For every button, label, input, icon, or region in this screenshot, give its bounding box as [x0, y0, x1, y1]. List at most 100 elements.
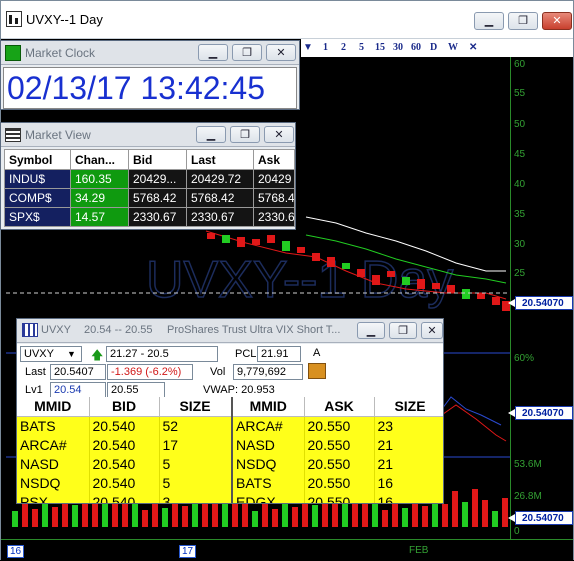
interval-week[interactable]: W: [448, 42, 458, 53]
column-header[interactable]: Chan...: [70, 149, 129, 170]
column-header[interactable]: Bid: [128, 149, 187, 170]
column-header[interactable]: ASK: [304, 397, 375, 417]
interval-day[interactable]: D: [430, 42, 437, 53]
y-tick: 26.8M: [514, 491, 542, 502]
interval-2[interactable]: 2: [341, 42, 346, 53]
volume-bar: [32, 509, 38, 527]
minimize-button[interactable]: ▁: [196, 126, 226, 143]
table-row[interactable]: NSDQ 20.550 21: [232, 454, 443, 473]
column-header[interactable]: Symbol: [4, 149, 71, 170]
vwap-label: VWAP: 20.953: [203, 384, 275, 396]
close-button[interactable]: ✕: [542, 12, 572, 30]
column-header[interactable]: SIZE: [159, 397, 232, 417]
close-button[interactable]: ✕: [266, 44, 296, 61]
interval-5[interactable]: 5: [359, 42, 364, 53]
column-header[interactable]: SIZE: [374, 397, 443, 417]
ask-cell: 20.550: [304, 435, 375, 454]
market-view-table: Symbol Chan... Bid Last Ask INDU$ 160.35…: [4, 149, 295, 227]
market-view-titlebar[interactable]: Market View ▁ ❐ ✕: [1, 123, 295, 147]
close-button[interactable]: ✕: [264, 126, 294, 143]
table-row[interactable]: NASD 20.550 21: [232, 435, 443, 454]
mmid-cell: BATS: [17, 416, 90, 435]
column-header[interactable]: Ask: [253, 149, 295, 170]
table-row[interactable]: PSX 20.540 3: [17, 492, 232, 503]
column-header[interactable]: BID: [89, 397, 160, 417]
y-tick: 60%: [514, 353, 535, 364]
down-candle: [432, 283, 440, 289]
volume-bar: [312, 505, 318, 527]
minimize-button[interactable]: ▁: [198, 44, 228, 61]
volume-bar: [332, 503, 338, 527]
column-header[interactable]: MMID: [232, 397, 305, 417]
table-row[interactable]: EDGX 20.550 16: [232, 492, 443, 503]
minimize-button[interactable]: ▁: [474, 12, 504, 30]
mmid-cell: NSDQ: [17, 473, 90, 492]
triangle-down-icon[interactable]: ▼: [303, 42, 313, 53]
chart-titlebar[interactable]: UVXY--1 Day ▁ ❐ ✕: [1, 1, 573, 39]
x-tick: FEB: [409, 545, 429, 556]
interval-30[interactable]: 30: [393, 42, 403, 53]
change-cell: 14.57: [70, 207, 129, 227]
size-cell: 21: [374, 435, 443, 454]
mmid-cell: EDGX: [232, 492, 305, 503]
chevron-down-icon[interactable]: ▼: [67, 349, 76, 359]
table-row[interactable]: ARCA# 20.540 17: [17, 435, 232, 454]
maximize-button[interactable]: ❐: [232, 44, 262, 61]
level2-description: ProShares Trust Ultra VIX Short T...: [167, 324, 341, 336]
volume-bar: [402, 508, 408, 527]
interval-15[interactable]: 15: [375, 42, 385, 53]
alert-label[interactable]: A: [313, 347, 320, 359]
size-cell: 5: [159, 473, 232, 492]
maximize-button[interactable]: ❐: [230, 126, 260, 143]
ask-cell: 5768.4: [253, 188, 295, 208]
table-row[interactable]: INDU$ 160.35 20429... 20429.72 20429: [4, 169, 295, 189]
maximize-button[interactable]: ❐: [508, 12, 538, 30]
market-clock-window: Market Clock ▁ ❐ ✕ 02/13/17 13:42:45: [0, 40, 300, 110]
table-row[interactable]: BATS 20.550 16: [232, 473, 443, 492]
interval-60[interactable]: 60: [411, 42, 421, 53]
pcl-label: PCL: [235, 348, 257, 360]
volume-bar: [482, 500, 488, 527]
table-row[interactable]: NSDQ 20.540 5: [17, 473, 232, 492]
size-cell: 17: [159, 435, 232, 454]
minimize-button[interactable]: ▁: [357, 322, 385, 339]
change-cell: 160.35: [70, 169, 129, 189]
table-row[interactable]: SPX$ 14.57 2330.67 2330.67 2330.6: [4, 207, 295, 227]
column-header[interactable]: Last: [186, 149, 254, 170]
volume-bar: [492, 511, 498, 527]
ask-cell: 2330.6: [253, 207, 295, 227]
down-candle: [327, 257, 335, 267]
close-button[interactable]: ✕: [421, 322, 443, 339]
level2-titlebar[interactable]: UVXY 20.54 -- 20.55 ProShares Trust Ultr…: [17, 319, 443, 343]
column-header[interactable]: MMID: [17, 397, 90, 417]
anchor-icon[interactable]: [308, 363, 326, 379]
y-tick: 35: [514, 209, 526, 220]
market-clock-titlebar[interactable]: Market Clock ▁ ❐ ✕: [1, 41, 299, 65]
close-icon[interactable]: ✕: [469, 42, 477, 53]
mmid-cell: BATS: [232, 473, 305, 492]
table-row[interactable]: BATS 20.540 52: [17, 416, 232, 435]
volume-label: Vol: [210, 366, 226, 378]
table-row[interactable]: COMP$ 34.29 5768.42 5768.42 5768.4: [4, 188, 295, 208]
chart-interval-toolbar: ▼ 1 2 5 15 30 60 D W ✕: [301, 39, 573, 57]
interval-1[interactable]: 1: [323, 42, 328, 53]
level1-label: Lv1: [25, 384, 43, 396]
ask-cell: 20.550: [304, 473, 375, 492]
up-candle: [342, 263, 350, 269]
y-tick: 50: [514, 119, 526, 130]
bid-cell: 20.540: [89, 435, 160, 454]
last-cell: 5768.42: [186, 188, 254, 208]
last-cell: 20429.72: [186, 169, 254, 189]
pcl-field: 21.91: [257, 346, 301, 362]
maximize-button[interactable]: ❐: [389, 322, 417, 339]
indicator-lines: [435, 396, 507, 442]
table-row[interactable]: NASD 20.540 5: [17, 454, 232, 473]
mmid-cell: ARCA#: [17, 435, 90, 454]
up-candle: [222, 235, 230, 243]
table-row[interactable]: ARCA# 20.550 23: [232, 416, 443, 435]
volume-bar: [272, 509, 278, 527]
down-candle: [252, 239, 260, 245]
level2-window: UVXY 20.54 -- 20.55 ProShares Trust Ultr…: [16, 318, 444, 504]
volume-bar: [72, 505, 78, 527]
clock-display: 02/13/17 13:42:45: [3, 67, 297, 109]
